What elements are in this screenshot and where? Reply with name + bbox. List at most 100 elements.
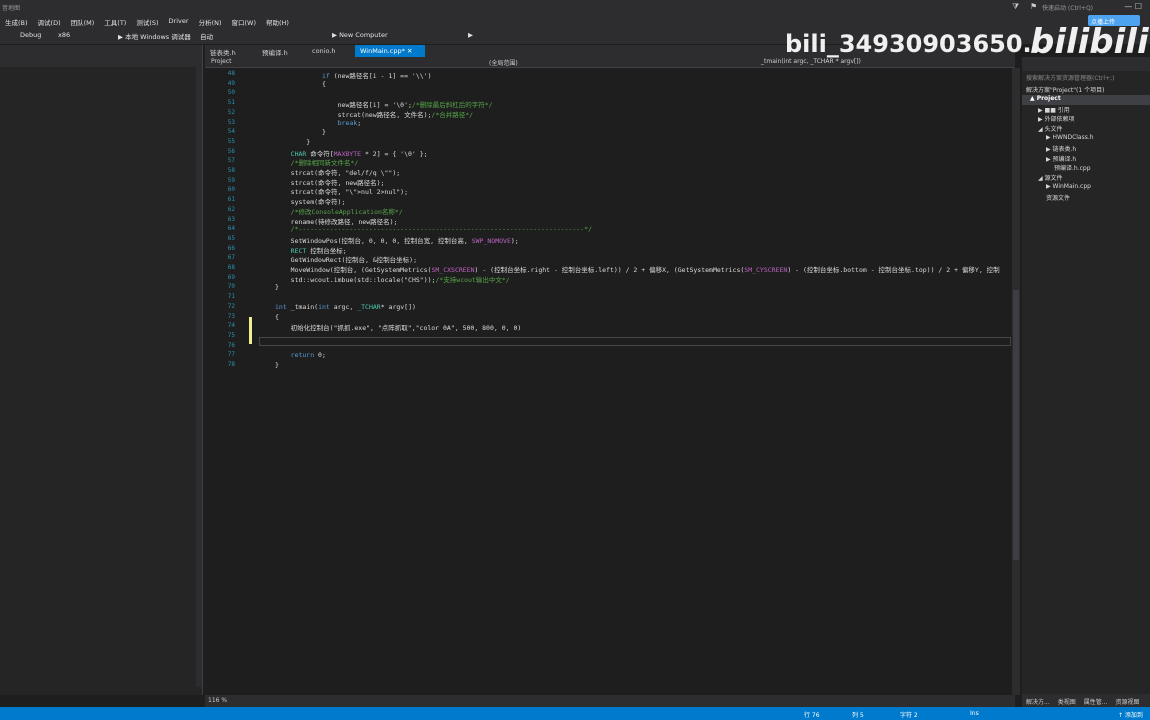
code-line[interactable]: rename(待修改路径, new路径名); [275,216,398,226]
code-line[interactable]: strcat(命令符, "del/f/q \""); [275,167,401,177]
code-editor[interactable]: 48 if (new路径名[i - 1] == '\\') 49 {50 51 ne… [205,68,1015,695]
tree-item[interactable]: 资源文件 [1022,193,1150,203]
line-number: 48 [227,70,235,77]
line-number: 62 [227,205,235,213]
status-char: 字符 2 [900,712,918,719]
line-number: 77 [227,351,235,359]
auto-select[interactable]: 自动 [200,31,213,41]
code-line[interactable]: GetWindowRect(控制台, &控制台坐标); [275,254,417,264]
code-line[interactable]: CHAR 命令符[MAXBYTE * 2] = { '\0' }; [275,148,428,158]
solution-bottom-tabs: 解决方... 类视图 属性管... 资源视图 [1022,694,1150,707]
line-number: 54 [227,128,235,136]
code-line[interactable]: int _tmain(int argc, _TCHAR* argv[]) [275,303,416,311]
code-line[interactable]: } [275,128,326,136]
tab-conio-h[interactable]: conio.h [307,45,341,57]
code-line[interactable]: break; [275,119,362,127]
tree-item[interactable]: 预编译.h.cpp [1022,163,1150,173]
code-line[interactable]: strcat(命令符, new路径名); [275,177,385,187]
line-number: 52 [227,108,235,116]
line-number: 61 [227,196,235,204]
solution-search-input[interactable]: 搜索解决方案资源管理器(Ctrl+;) [1026,73,1146,83]
code-line[interactable]: /*修改ConsoleApplication名称*/ [275,206,403,216]
project-dropdown[interactable]: Project [211,58,232,65]
quick-launch-input[interactable]: 快速启动 (Ctrl+Q) [1042,3,1093,12]
code-line[interactable]: 初始化控制台("抓抓.exe", "点阵抓取","color 0A", 500,… [275,322,522,332]
close-icon[interactable]: ✕ [407,47,412,55]
left-panel-scrollbar[interactable] [196,67,202,687]
tree-item[interactable]: ▶ 链表类.h [1022,144,1150,154]
tab-winmain-cpp[interactable]: WinMain.cpp* ✕ [355,45,425,57]
line-number: 58 [227,167,235,174]
panel-tab[interactable]: 解决方... [1022,694,1054,707]
tree-item[interactable]: ▶ HWNDClass.h [1022,134,1150,144]
code-line[interactable]: SetWindowPos(控制台, 0, 0, 0, 控制台宽, 控制台高, S… [275,235,519,245]
code-line[interactable]: /*删除相同新文件名*/ [275,157,359,167]
code-line[interactable]: return 0; [275,351,326,359]
tree-item[interactable]: ◢ 源文件 [1022,173,1150,183]
tab-linked-list-h[interactable]: 链表类.h [205,45,241,57]
line-number: 53 [227,118,235,126]
tree-item[interactable]: ▶ 外部依赖项 [1022,114,1150,124]
start-debug-button[interactable]: ▶ 本地 Windows 调试器 [118,31,191,41]
code-line[interactable]: strcat(命令符, "\">nul 2>nul"); [275,186,408,196]
tab-label: WinMain.cpp* [360,47,405,55]
line-number: 78 [227,361,235,368]
member-dropdown[interactable]: _tmain(int argc, _TCHAR * argv[]) [761,58,861,65]
status-bar: 行 76 列 5 字符 2 Ins ↑ 添加到 [0,707,1150,720]
play-icon[interactable]: ▶ [468,31,473,39]
current-line-highlight [259,337,1011,346]
menu-item[interactable]: 生成(B) [0,15,33,28]
solution-explorer: 搜索解决方案资源管理器(Ctrl+;) 解决方案"Project"(1 个项目)… [1022,57,1150,707]
scope-dropdown[interactable]: (全局范围) [489,58,518,67]
tree-item[interactable]: ▶ ■■ 引用 [1022,105,1150,115]
code-line[interactable]: strcat(new路径名, 文件名);/*合并路径*/ [275,109,473,119]
bell-icon[interactable]: ⚑ [1030,2,1037,11]
platform-select[interactable]: x86 [58,31,70,39]
menu-item[interactable]: Driver [164,15,194,28]
add-to-source-control[interactable]: ↑ 添加到 [1118,710,1143,719]
code-line[interactable]: } [275,283,279,291]
line-number: 51 [227,99,235,107]
editor-scrollbar-thumb[interactable] [1013,290,1019,560]
code-line[interactable]: MoveWindow(控制台, (GetSystemMetrics(SM_CXS… [275,264,1000,274]
tree-item[interactable]: 解决方案"Project"(1 个项目) [1022,85,1150,95]
code-line[interactable]: } [275,361,279,369]
title-bar: 音地图 ⧩ ⚑ 快速启动 (Ctrl+Q) — ☐ [0,0,1150,15]
config-select[interactable]: Debug [20,31,41,39]
menu-item[interactable]: 工具(T) [99,15,131,28]
tree-item[interactable]: ▶ 预编译.h [1022,154,1150,164]
menu-item[interactable]: 窗口(W) [227,15,262,28]
filter-icon[interactable]: ⧩ [1012,2,1019,12]
code-line[interactable]: system(命令符); [275,196,346,206]
panel-tab[interactable]: 类视图 [1054,694,1080,707]
line-number: 72 [227,302,235,310]
menu-item[interactable]: 分析(N) [194,15,227,28]
code-line[interactable]: if (new路径名[i - 1] == '\\') [275,70,432,80]
menu-item[interactable]: 测试(S) [131,15,163,28]
device-select[interactable]: ▶ New Computer [332,31,388,39]
code-line[interactable]: { [275,80,326,88]
menu-bar: 生成(B) 调试(D) 团队(M) 工具(T) 测试(S) Driver 分析(N) 窗口(W… [0,15,1150,28]
tree-item[interactable]: ◢ 头文件 [1022,124,1150,134]
status-col: 列 5 [852,712,864,719]
window-title: 音地图 [2,5,21,12]
code-line[interactable]: RECT 控制台坐标; [275,245,347,255]
menu-item[interactable]: 调试(D) [33,15,66,28]
code-line[interactable]: { [275,313,279,321]
panel-tab[interactable]: 属性管... [1080,694,1112,707]
window-controls[interactable]: — ☐ [1124,2,1142,11]
tab-precompiled-h[interactable]: 预编译.h [257,45,293,57]
code-line[interactable]: /*--------------------------------------… [275,225,592,233]
menu-item[interactable]: 帮助(H) [261,15,294,28]
line-number: 68 [227,264,235,271]
line-number: 55 [227,137,235,145]
status-row: 行 76 [804,712,820,719]
tree-item[interactable]: ▲ Project [1022,94,1150,105]
code-line[interactable]: new路径名[i] = '\0';/*删除最后斜杠后的字符*/ [275,99,493,109]
menu-item[interactable]: 团队(M) [66,15,100,28]
zoom-level[interactable]: 116 % [208,697,227,704]
tree-item[interactable]: ▶ WinMain.cpp [1022,183,1150,193]
code-line[interactable]: } [275,138,310,146]
panel-tab[interactable]: 资源视图 [1111,694,1143,707]
code-line[interactable]: std::wcout.imbue(std::locale("CHS"));/*支… [275,274,510,284]
